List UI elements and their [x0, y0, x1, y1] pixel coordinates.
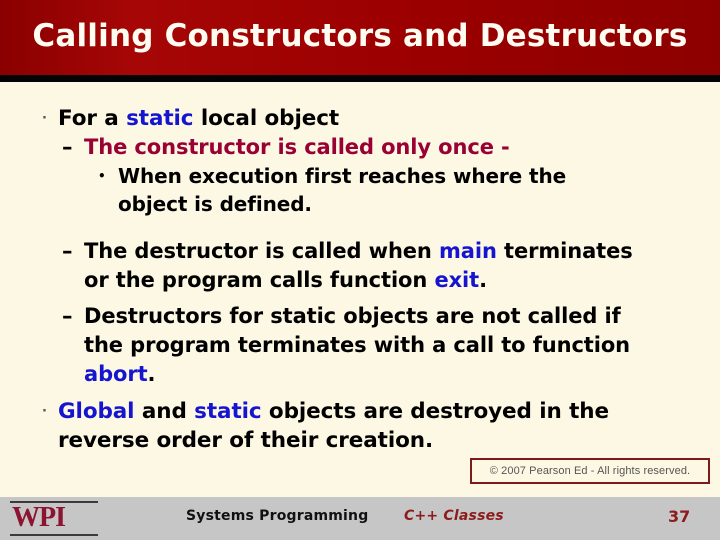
bullet-level2-constructor-called-once: – The constructor is called only once -: [48, 133, 720, 162]
title-separator-rule: [0, 75, 720, 82]
bullet-text-line1: Global and static objects are destroyed …: [58, 397, 718, 426]
keyword-global: Global: [58, 399, 135, 424]
bullet-level1-global-static-destroyed-reverse-order: · Global and static objects are destroye…: [30, 397, 718, 455]
line1-post: objects are destroyed in the: [261, 399, 609, 424]
keyword-static: static: [194, 399, 262, 424]
keyword-main: main: [439, 239, 497, 263]
bullet-text-line2: or the program calls function exit.: [84, 266, 720, 295]
slide: Calling Constructors and Destructors · F…: [0, 0, 720, 540]
line3-post: .: [147, 362, 156, 386]
line2-pre: or the program calls function: [84, 268, 435, 292]
bullet-text-line2: the program terminates with a call to fu…: [84, 333, 631, 357]
dash-marker-icon: –: [62, 304, 73, 328]
dash-marker-icon: –: [62, 135, 73, 159]
bullet-text: The constructor is called only once -: [84, 135, 510, 159]
line1-post: terminates: [496, 239, 633, 263]
logo-wordmark: WPI: [12, 502, 66, 533]
footer-page-number: 37: [668, 507, 691, 526]
keyword-exit: exit: [434, 268, 480, 292]
copyright-notice-box: © 2007 Pearson Ed - All rights reserved.: [470, 458, 710, 484]
slide-footer: WPI Systems Programming C++ Classes 37: [0, 497, 720, 540]
slide-body: · For a static local object – The constr…: [0, 82, 720, 497]
bullet-text-line2: reverse order of their creation.: [58, 428, 434, 453]
bullet-text-line1: Destructors for static objects are not c…: [84, 304, 621, 328]
wpi-logo: WPI: [8, 498, 100, 539]
footer-topic-name: C++ Classes: [404, 508, 504, 524]
bullet-text-pre: For a: [58, 106, 127, 131]
page-title: Calling Constructors and Destructors: [32, 18, 688, 54]
bullet-marker-icon: ·: [42, 404, 47, 419]
bullet-text-post: local object: [193, 106, 340, 131]
bullet-marker-icon: ·: [42, 111, 47, 126]
copyright-text: © 2007 Pearson Ed - All rights reserved.: [489, 465, 691, 477]
bullet-text-line2: object is defined.: [118, 192, 312, 216]
keyword-abort: abort: [84, 362, 148, 386]
line2-post: .: [479, 268, 487, 292]
bullet-level2-destructor-called-when-main-terminates: – The destructor is called when main ter…: [48, 237, 720, 295]
bullet-level1-static-local-object: · For a static local object: [30, 104, 718, 133]
bullet-level3-when-execution-first-reaches: • When execution first reaches where the…: [84, 162, 714, 218]
keyword-static: static: [126, 106, 194, 131]
bullet-text-line1: The destructor is called when main termi…: [84, 237, 720, 266]
bullet-text-line1: When execution first reaches where the: [118, 164, 567, 188]
logo-rule-bottom: [10, 534, 98, 536]
dot-marker-icon: •: [98, 169, 106, 183]
bullet-level2-destructors-not-called-on-abort: – Destructors for static objects are not…: [48, 302, 720, 389]
footer-course-name: Systems Programming: [186, 508, 369, 524]
line1-pre: The destructor is called when: [84, 239, 439, 263]
bullet-text-line3: abort.: [84, 360, 720, 389]
line1-mid: and: [134, 399, 195, 424]
dash-marker-icon: –: [62, 239, 73, 263]
slide-title-bar: Calling Constructors and Destructors: [0, 0, 720, 75]
